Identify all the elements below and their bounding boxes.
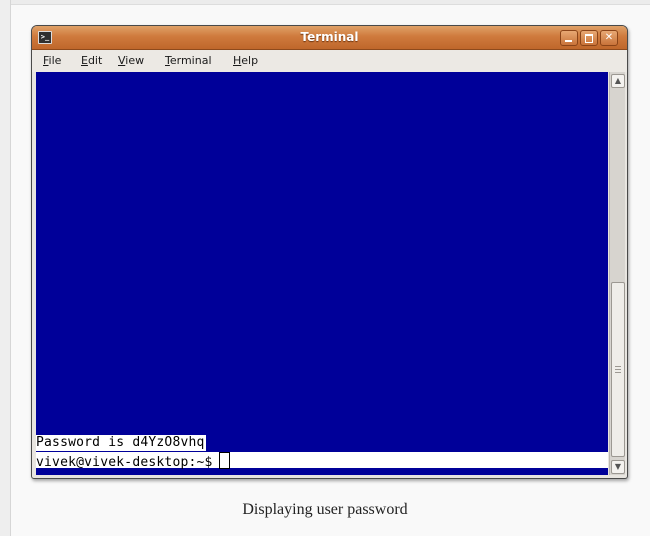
minimize-icon [565, 40, 572, 42]
menu-help-label: elp [241, 54, 259, 67]
close-button[interactable]: ✕ [600, 30, 618, 46]
menu-bar: File Edit View Terminal Help [32, 50, 627, 72]
menu-edit-mnemonic: E [81, 54, 88, 67]
text-cursor [218, 452, 230, 469]
terminal-output[interactable]: Password is d4YzO8vhq vivek@vivek-deskto… [36, 72, 608, 475]
scroll-down-icon[interactable]: ▼ [611, 460, 625, 474]
menu-file[interactable]: File [42, 50, 62, 72]
menu-edit[interactable]: Edit [80, 50, 103, 72]
figure-caption: Displaying user password [242, 501, 408, 518]
menu-terminal[interactable]: Terminal [164, 50, 213, 72]
menu-edit-label: dit [87, 54, 103, 67]
scroll-up-icon[interactable]: ▲ [611, 74, 625, 88]
page-top-border [0, 0, 650, 5]
window-title: Terminal [300, 30, 359, 44]
menu-view-label: iew [125, 54, 145, 67]
page-left-border [0, 0, 11, 536]
minimize-button[interactable] [560, 30, 578, 46]
menu-view[interactable]: View [117, 50, 145, 72]
menu-file-label: ile [48, 54, 62, 67]
menu-terminal-label: erminal [169, 54, 212, 67]
shell-prompt: vivek@vivek-desktop:~$ [36, 455, 213, 470]
close-icon: ✕ [604, 32, 614, 43]
scroll-thumb[interactable] [611, 282, 625, 457]
maximize-icon [585, 34, 593, 43]
grip-icon [615, 366, 621, 373]
terminal-prompt-line[interactable]: vivek@vivek-desktop:~$ [36, 452, 608, 470]
maximize-button[interactable] [580, 30, 598, 46]
terminal-line-password: Password is d4YzO8vhq [36, 435, 206, 451]
title-bar[interactable]: >_ Terminal ✕ [32, 26, 627, 50]
terminal-window: >_ Terminal ✕ File Edit View Terminal He… [31, 25, 628, 479]
menu-help[interactable]: Help [232, 50, 259, 72]
vertical-scrollbar[interactable]: ▲ ▼ [609, 72, 625, 475]
